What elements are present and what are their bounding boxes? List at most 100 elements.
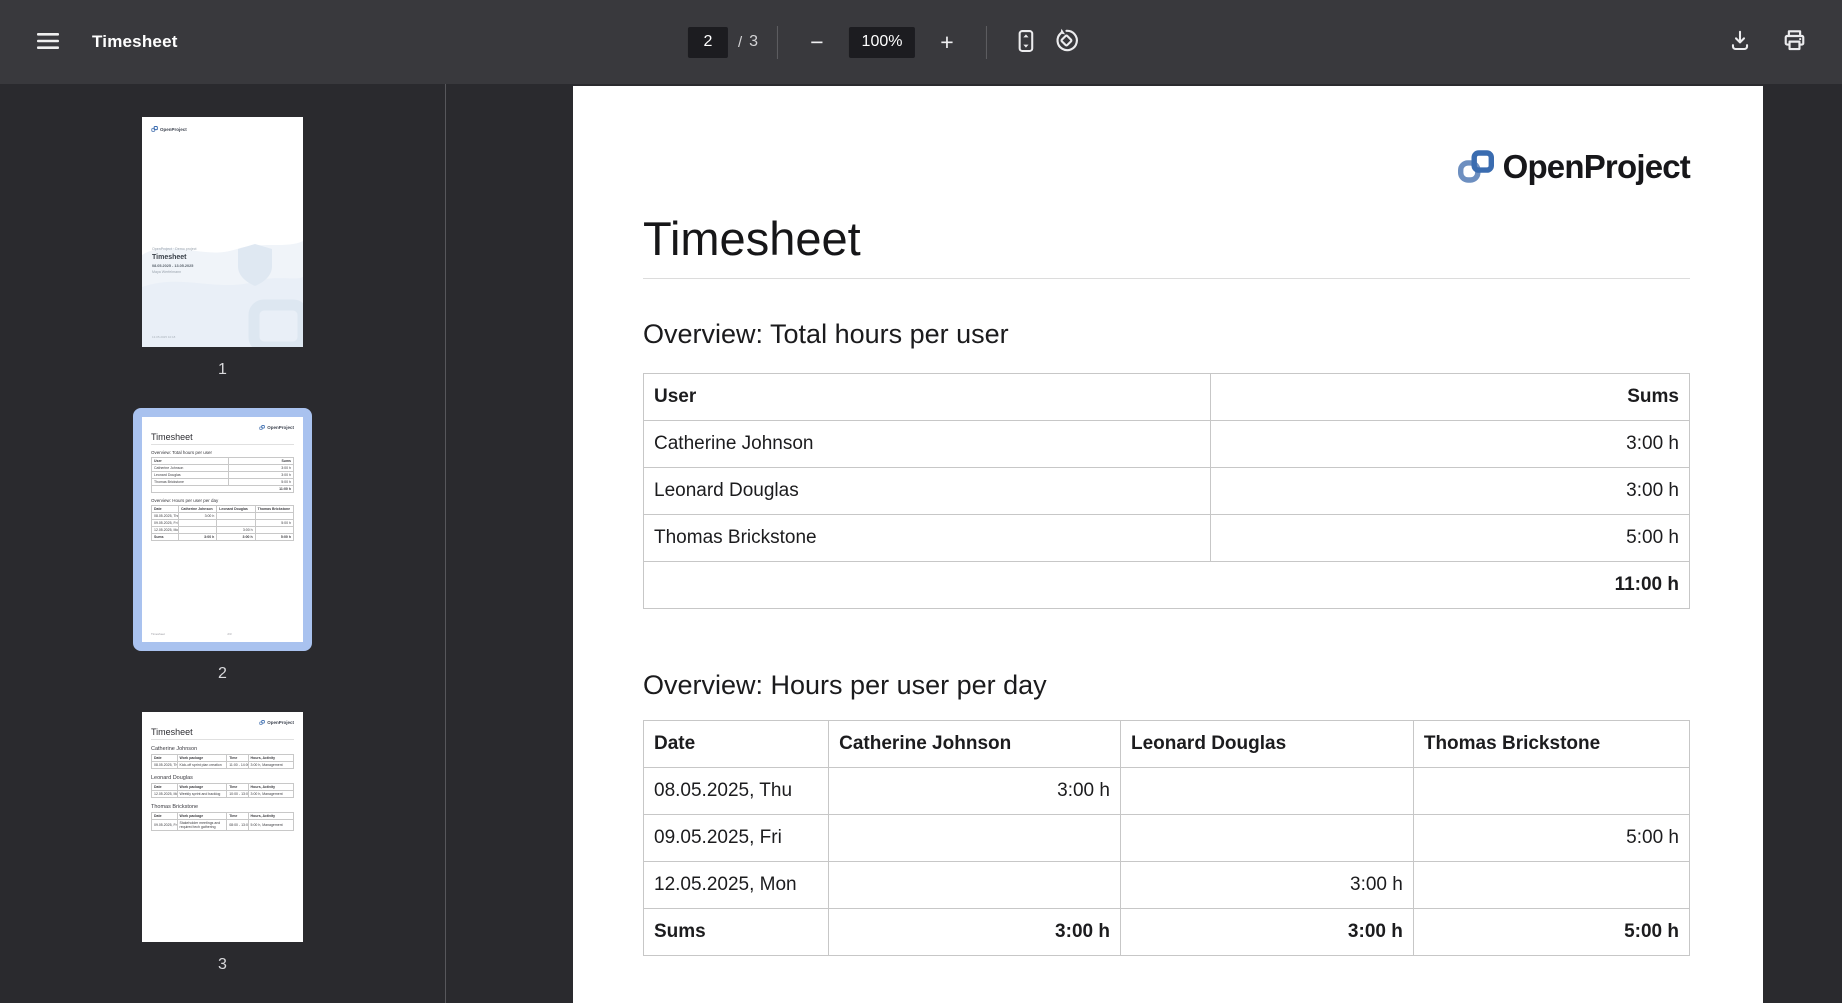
thumbnail-page-2-selected[interactable]: OpenProject Timesheet Overview: Total ho… xyxy=(133,408,312,683)
thumbnail-label-1: 1 xyxy=(218,361,227,379)
openproject-logo-text: OpenProject xyxy=(160,127,187,132)
total-hours-table: User Sums Catherine Johnson 3:00 h Leona… xyxy=(643,373,1690,609)
mini-user-section-heading: Thomas Brickstone xyxy=(151,804,294,810)
toolbar-right-controls xyxy=(1720,22,1814,62)
table-cell xyxy=(1413,862,1689,909)
fit-to-page-button[interactable] xyxy=(1006,22,1046,62)
openproject-logo-text: OpenProject xyxy=(267,425,294,430)
zoom-in-button[interactable]: + xyxy=(927,22,967,62)
plus-icon: + xyxy=(940,31,953,54)
mini-user-section-heading: Leonard Douglas xyxy=(151,775,294,781)
table-cell: 12.05.2025, Mon xyxy=(644,862,829,909)
table-header-cell: Thomas Brickstone xyxy=(1413,721,1689,768)
mini-doc-title: Timesheet xyxy=(151,432,294,445)
table-header-cell: Leonard Douglas xyxy=(1120,721,1413,768)
mini-user-table: Date Work package Time Hours, Activity 1… xyxy=(151,783,294,798)
page-total: 3 xyxy=(749,33,758,51)
mini-section1-heading: Overview: Total hours per user xyxy=(151,450,294,455)
openproject-icon xyxy=(1458,150,1494,183)
openproject-logo-text: OpenProject xyxy=(1503,148,1690,186)
minus-icon: − xyxy=(810,31,823,54)
table-cell xyxy=(1120,815,1413,862)
menu-button[interactable] xyxy=(28,22,68,62)
table-cell: 3:00 h xyxy=(1210,468,1689,515)
cover-text-block: OpenProject · Demo project Timesheet 08.… xyxy=(152,247,197,274)
table-row: 09.05.2025, Fri 5:00 h xyxy=(644,815,1690,862)
openproject-icon xyxy=(151,126,158,132)
table-cell: Leonard Douglas xyxy=(644,468,1211,515)
table-total-row: 11:00 h xyxy=(644,562,1690,609)
openproject-icon xyxy=(259,720,265,725)
openproject-logo-mini: OpenProject xyxy=(151,425,294,430)
table-cell xyxy=(829,815,1121,862)
table-cell: 5:00 h xyxy=(1210,515,1689,562)
table-cell: Sums xyxy=(644,909,829,956)
table-row: 08.05.2025, Thu 3:00 h xyxy=(644,768,1690,815)
cover-author: Maya Werfelmann xyxy=(152,270,197,274)
print-icon xyxy=(1781,27,1808,57)
table-cell: 08.05.2025, Thu xyxy=(644,768,829,815)
download-icon xyxy=(1727,28,1753,57)
table-header-row: User Sums xyxy=(644,374,1690,421)
hours-per-day-table: Date Catherine Johnson Leonard Douglas T… xyxy=(643,720,1690,956)
fit-page-icon xyxy=(1013,28,1039,57)
table-row: Thomas Brickstone 5:00 h xyxy=(644,515,1690,562)
table-cell xyxy=(1413,768,1689,815)
table-row: 12.05.2025, Mon 3:00 h xyxy=(644,862,1690,909)
thumbnails-sidebar: OpenProject OpenProject · Demo project T… xyxy=(0,84,446,1003)
toolbar-divider xyxy=(986,26,987,59)
print-button[interactable] xyxy=(1774,22,1814,62)
table-header-cell: Sums xyxy=(1210,374,1689,421)
pdf-page-2: OpenProject Timesheet Overview: Total ho… xyxy=(573,86,1763,1003)
table-cell: 3:00 h xyxy=(829,768,1121,815)
openproject-logo-text: OpenProject xyxy=(267,720,294,725)
table-cell: Thomas Brickstone xyxy=(644,515,1211,562)
document-heading: Timesheet xyxy=(643,213,1690,265)
table-total-cell: 11:00 h xyxy=(644,562,1690,609)
heading-divider xyxy=(643,278,1690,279)
table-cell: 3:00 h xyxy=(1120,909,1413,956)
pdf-viewer-toolbar: Timesheet / 3 − 100% + xyxy=(0,0,1842,84)
cover-title: Timesheet xyxy=(152,254,197,261)
table-cell: Catherine Johnson xyxy=(644,421,1211,468)
mini-user-table: Date Work package Time Hours, Activity 0… xyxy=(151,812,294,831)
page-number-input[interactable] xyxy=(688,27,728,58)
table-cell: 3:00 h xyxy=(829,909,1121,956)
table-header-cell: Date xyxy=(644,721,829,768)
thumbnail-page-1-preview: OpenProject OpenProject · Demo project T… xyxy=(142,117,303,347)
toolbar-center-controls: / 3 − 100% + xyxy=(688,0,1086,84)
table-cell: 3:00 h xyxy=(1210,421,1689,468)
thumbnail-page-3[interactable]: OpenProject Timesheet Catherine Johnson … xyxy=(142,712,303,974)
download-button[interactable] xyxy=(1720,22,1760,62)
page-separator: / xyxy=(738,34,742,51)
rotate-ccw-icon xyxy=(1053,27,1080,57)
table-header-cell: Catherine Johnson xyxy=(829,721,1121,768)
mini-table-total-hours: UserSums Catherine Johnson3:00 h Leonard… xyxy=(151,457,294,493)
cover-meta-line: OpenProject · Demo project xyxy=(152,247,197,251)
openproject-logo: OpenProject xyxy=(643,150,1690,183)
mini-table-hours-per-day: Date Catherine Johnson Leonard Douglas T… xyxy=(151,505,294,541)
zoom-level-field[interactable]: 100% xyxy=(849,27,915,58)
hamburger-icon xyxy=(37,32,59,53)
thumbnail-label-2: 2 xyxy=(218,665,227,683)
document-title: Timesheet xyxy=(92,32,178,52)
cover-date-range: 08.05.2025 - 13.05.2025 xyxy=(152,264,197,268)
table-cell: 5:00 h xyxy=(1413,909,1689,956)
thumbnail-label-3: 3 xyxy=(218,956,227,974)
table-cell: 3:00 h xyxy=(1120,862,1413,909)
rotate-counterclockwise-button[interactable] xyxy=(1046,22,1086,62)
table-cell xyxy=(1120,768,1413,815)
thumbnail-page-1[interactable]: OpenProject OpenProject · Demo project T… xyxy=(142,117,303,379)
table-cell xyxy=(829,862,1121,909)
zoom-out-button[interactable]: − xyxy=(797,22,837,62)
mini-doc-title: Timesheet xyxy=(151,727,294,740)
cover-footer: 13.05.2025 10:18 xyxy=(152,335,175,339)
table-row: Leonard Douglas 3:00 h xyxy=(644,468,1690,515)
table-header-cell: User xyxy=(644,374,1211,421)
toolbar-divider xyxy=(777,26,778,59)
mini-section2-heading: Overview: Hours per user per day xyxy=(151,498,294,503)
viewer-body: OpenProject OpenProject · Demo project T… xyxy=(0,84,1842,1003)
openproject-logo-mini: OpenProject xyxy=(151,720,294,725)
document-viewport: OpenProject Timesheet Overview: Total ho… xyxy=(446,84,1842,1003)
zoom-level-value: 100% xyxy=(862,33,903,51)
